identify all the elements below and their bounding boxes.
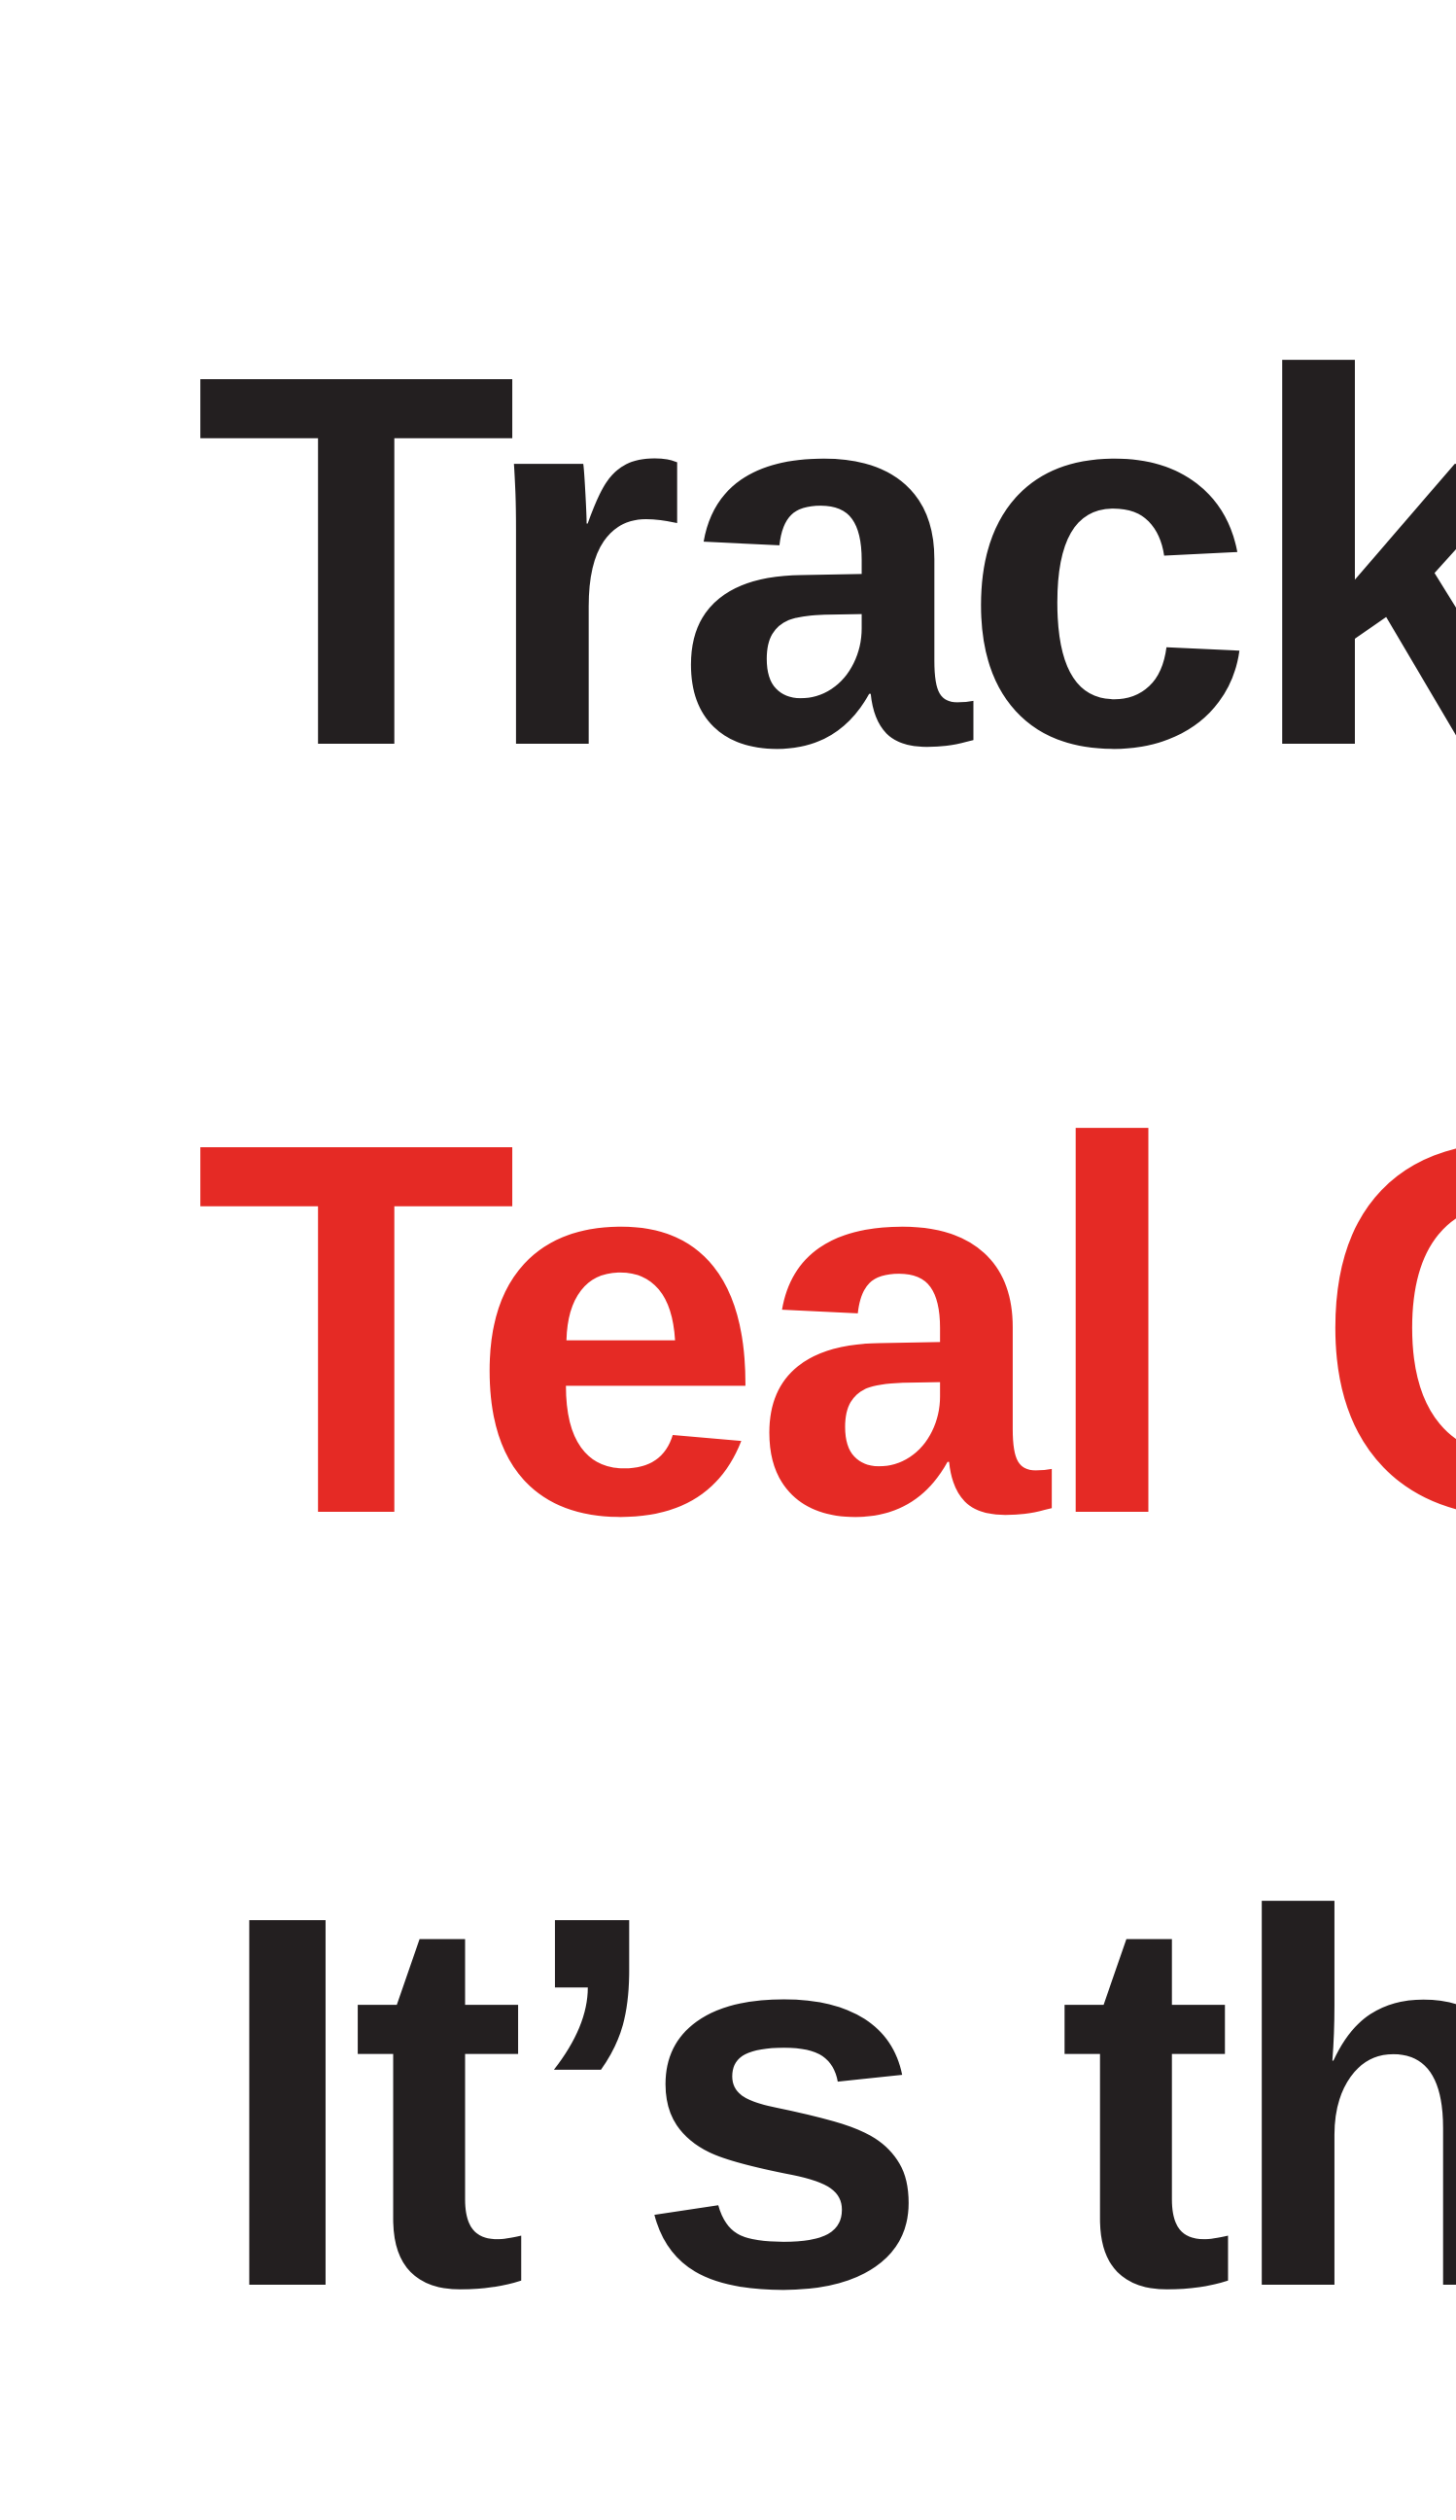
headline-line-2: Teal C — [194, 1033, 1456, 1625]
headline-line-3: It’s thr — [214, 1806, 1456, 2398]
poster-canvas: Track Teal C It’s thr — [0, 0, 1456, 2520]
headline-line-1: Track — [194, 265, 1456, 857]
